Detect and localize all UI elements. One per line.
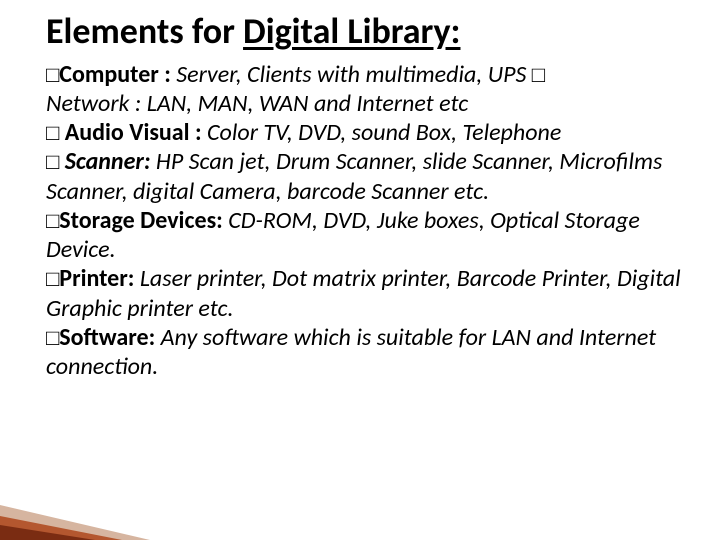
square-bullet-icon: □ <box>46 325 59 350</box>
item-text-continuation: Network : LAN, MAN, WAN and Internet etc <box>46 89 468 118</box>
body-text: □Computer : Server, Clients with multime… <box>46 60 684 382</box>
square-bullet-icon: □ <box>46 149 59 174</box>
square-bullet-icon: □ <box>46 120 59 145</box>
item-label: Printer: <box>59 264 140 293</box>
list-item: □Storage Devices: CD-ROM, DVD, Juke boxe… <box>46 206 684 265</box>
list-item: □Computer : Server, Clients with multime… <box>46 60 684 119</box>
list-item: □ Audio Visual : Color TV, DVD, sound Bo… <box>46 118 684 147</box>
item-text: Server, Clients with multimedia, UPS <box>176 60 531 89</box>
square-bullet-icon: □ <box>46 208 59 233</box>
slide: Elements for Digital Library: □Computer … <box>0 0 720 540</box>
square-bullet-icon: □ <box>46 62 59 87</box>
item-text: Laser printer, Dot matrix printer, Barco… <box>46 264 681 322</box>
page-title: Elements for Digital Library: <box>46 12 684 52</box>
list-item: □Software: Any software which is suitabl… <box>46 323 684 382</box>
square-bullet-icon: □ <box>532 62 545 87</box>
item-label: Audio Visual : <box>65 118 207 147</box>
item-label: Computer : <box>59 60 176 89</box>
title-plain: Elements for <box>46 9 243 53</box>
item-label: Software: <box>59 323 160 352</box>
item-label: Scanner: <box>65 147 156 176</box>
list-item: □ Scanner: HP Scan jet, Drum Scanner, sl… <box>46 147 684 206</box>
corner-wedge-icon <box>0 470 200 540</box>
item-text: Color TV, DVD, sound Box, Telephone <box>207 118 561 147</box>
list-item: □Printer: Laser printer, Dot matrix prin… <box>46 264 684 323</box>
item-label: Storage Devices: <box>59 206 228 235</box>
title-underlined: Digital Library: <box>243 9 460 53</box>
square-bullet-icon: □ <box>46 266 59 291</box>
